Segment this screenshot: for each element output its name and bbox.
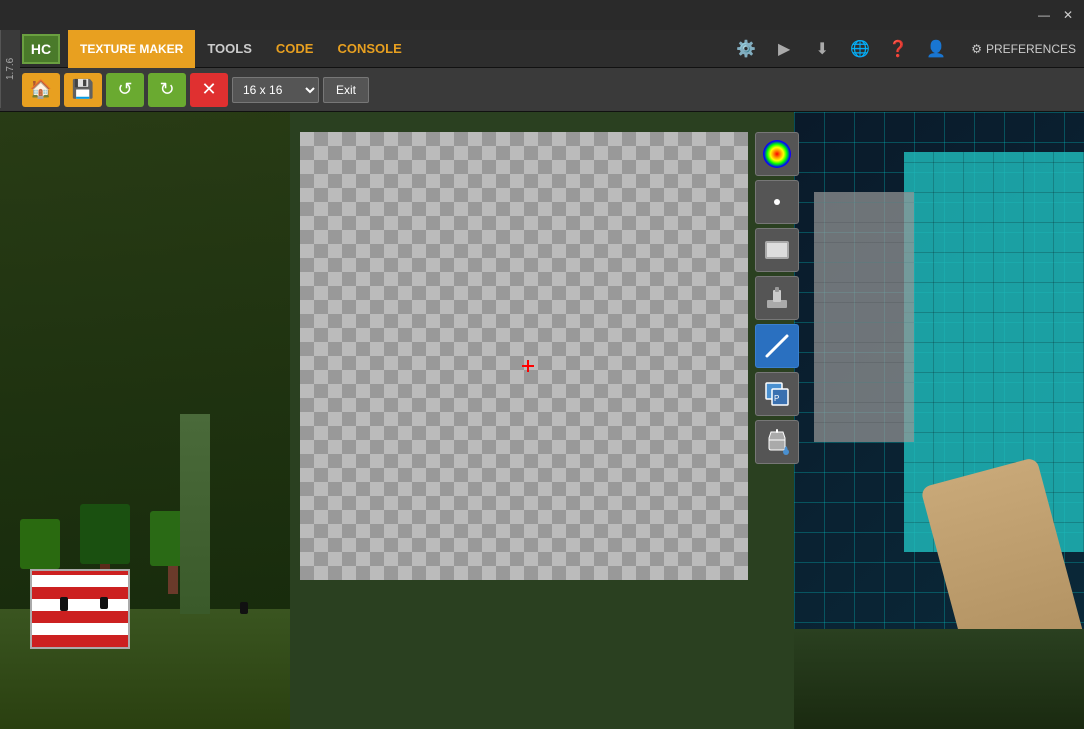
- copy-tool-icon: P: [764, 381, 790, 407]
- red-structure: [30, 569, 130, 649]
- size-select[interactable]: 16 x 16 32 x 32 64 x 64 128 x 128: [232, 77, 319, 103]
- creature-1: [60, 597, 68, 611]
- line-tool-button[interactable]: [755, 324, 799, 368]
- bucket-tool-button[interactable]: [755, 420, 799, 464]
- header-icon-1[interactable]: ⚙️: [728, 31, 764, 67]
- header-icon-globe[interactable]: 🌐: [842, 31, 878, 67]
- creature-2: [100, 597, 108, 609]
- version-tag: 1.7.6: [0, 30, 20, 108]
- tool-panel: P: [755, 132, 801, 464]
- preferences-label: PREFERENCES: [986, 42, 1076, 56]
- crosshair: [522, 360, 534, 372]
- header-icon-play[interactable]: ▶: [766, 31, 802, 67]
- preferences-button[interactable]: ⚙ PREFERENCES: [959, 38, 1084, 60]
- line-tool-icon: [763, 332, 791, 360]
- pixel-tool-button[interactable]: [755, 180, 799, 224]
- menu-tools[interactable]: TOOLS: [195, 30, 264, 68]
- fill-tool-icon: [765, 286, 789, 310]
- crosshair-vertical: [527, 360, 529, 372]
- color-picker-button[interactable]: [755, 132, 799, 176]
- eraser-button[interactable]: [755, 228, 799, 272]
- app-logo: HC: [22, 34, 60, 64]
- title-bar: — ✕: [0, 0, 1084, 30]
- header-icon-user[interactable]: 👤: [918, 31, 954, 67]
- menu-code[interactable]: CODE: [264, 30, 326, 68]
- dot-icon: [774, 199, 780, 205]
- bucket-tool-icon: [763, 428, 791, 456]
- creature-4: [240, 602, 248, 614]
- eraser-icon: [765, 241, 789, 259]
- new-button[interactable]: 🏠: [22, 73, 60, 107]
- discard-button[interactable]: ✕: [190, 73, 228, 107]
- save-button[interactable]: 💾: [64, 73, 102, 107]
- undo-button[interactable]: ↺: [106, 73, 144, 107]
- scene-right: [794, 112, 1084, 729]
- toolbar: 🏠 💾 ↺ ↻ ✕ 16 x 16 32 x 32 64 x 64 128 x …: [0, 68, 1084, 112]
- menu-console[interactable]: CONSOLE: [325, 30, 413, 68]
- color-wheel-icon: [763, 140, 791, 168]
- redo-button[interactable]: ↻: [148, 73, 186, 107]
- background-scene: P: [0, 112, 1084, 729]
- tall-structure: [180, 414, 210, 614]
- svg-text:P: P: [774, 394, 779, 403]
- menu-bar: HC TEXTURE MAKER TOOLS CODE CONSOLE ⚙️ ▶…: [0, 30, 1084, 68]
- header-icon-download[interactable]: ⬇: [804, 31, 840, 67]
- minimize-button[interactable]: —: [1032, 5, 1056, 25]
- exit-button[interactable]: Exit: [323, 77, 369, 103]
- fill-tool-button[interactable]: [755, 276, 799, 320]
- header-icon-help[interactable]: ❓: [880, 31, 916, 67]
- gear-icon: ⚙: [971, 42, 982, 56]
- scene-left: [0, 112, 290, 729]
- copy-tool-button[interactable]: P: [755, 372, 799, 416]
- close-button[interactable]: ✕: [1056, 5, 1080, 25]
- menu-texture-maker[interactable]: TEXTURE MAKER: [68, 30, 195, 68]
- texture-canvas[interactable]: [300, 132, 748, 580]
- gray-building: [814, 192, 914, 442]
- ground-right: [794, 629, 1084, 729]
